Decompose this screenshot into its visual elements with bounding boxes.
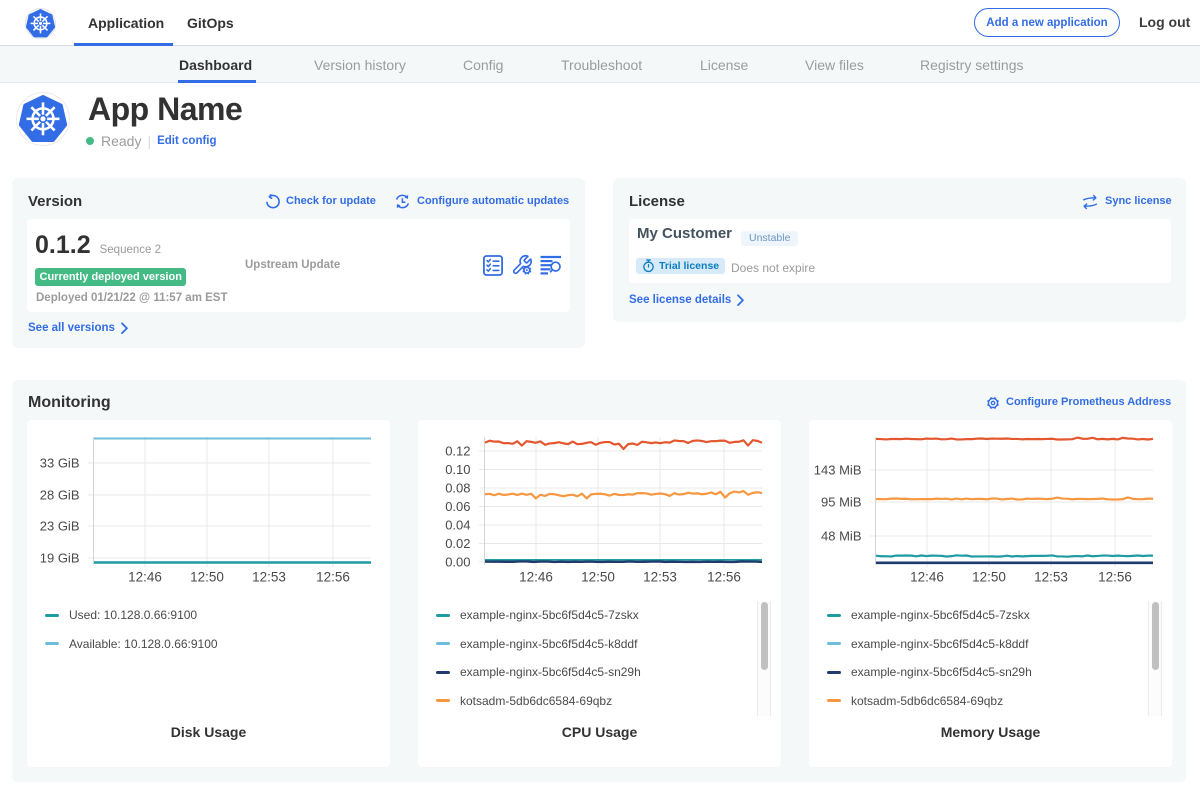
svg-text:12:53: 12:53	[643, 570, 677, 585]
svg-text:48 MiB: 48 MiB	[821, 529, 861, 544]
svg-text:0.12: 0.12	[445, 444, 470, 459]
svg-text:0.04: 0.04	[445, 518, 470, 533]
svg-text:12:56: 12:56	[707, 570, 741, 585]
svg-text:0.00: 0.00	[445, 555, 470, 570]
svg-text:95 MiB: 95 MiB	[821, 495, 861, 510]
svg-text:12:50: 12:50	[581, 570, 615, 585]
svg-text:0.08: 0.08	[445, 481, 470, 496]
svg-text:12:46: 12:46	[519, 570, 553, 585]
svg-text:33 GiB: 33 GiB	[40, 456, 80, 471]
svg-text:28 GiB: 28 GiB	[40, 488, 80, 503]
svg-text:143 MiB: 143 MiB	[814, 463, 862, 478]
svg-text:12:56: 12:56	[316, 570, 350, 585]
svg-text:12:56: 12:56	[1098, 570, 1132, 585]
svg-text:0.02: 0.02	[445, 536, 470, 551]
svg-text:12:46: 12:46	[910, 570, 944, 585]
svg-text:19 GiB: 19 GiB	[40, 551, 80, 566]
svg-text:12:50: 12:50	[972, 570, 1006, 585]
svg-text:12:53: 12:53	[252, 570, 286, 585]
svg-text:12:46: 12:46	[128, 570, 162, 585]
svg-text:12:50: 12:50	[190, 570, 224, 585]
svg-text:0.10: 0.10	[445, 462, 470, 477]
svg-text:0.06: 0.06	[445, 499, 470, 514]
svg-text:23 GiB: 23 GiB	[40, 519, 80, 534]
svg-text:12:53: 12:53	[1034, 570, 1068, 585]
